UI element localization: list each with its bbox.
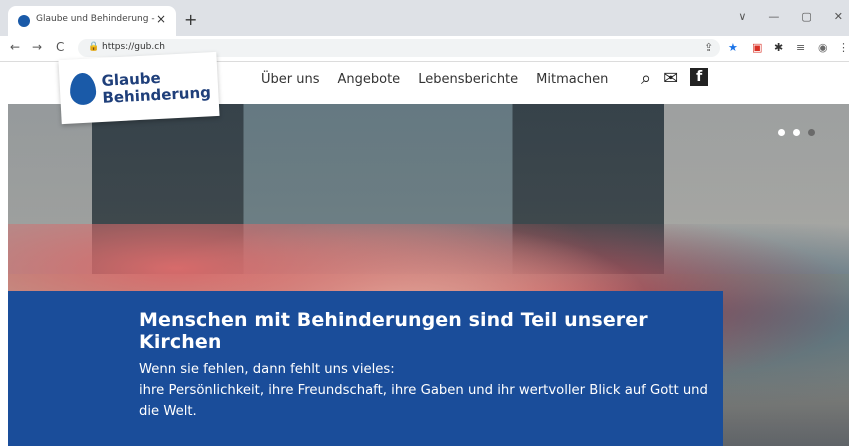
menu-item-lebensberichte[interactable]: Lebensberichte xyxy=(418,72,518,87)
minimize-icon[interactable]: — xyxy=(768,10,779,23)
slider-dot-2[interactable] xyxy=(793,129,800,136)
hero-line1: Wenn sie fehlen, dann fehlt uns vieles: xyxy=(139,362,395,377)
star-icon[interactable]: ★ xyxy=(728,41,738,54)
maximize-icon[interactable]: ▢ xyxy=(801,10,811,23)
new-tab-button[interactable]: + xyxy=(184,10,197,29)
profile-icon[interactable]: ◉ xyxy=(818,41,828,54)
share-icon[interactable]: ⇪ xyxy=(704,41,713,54)
close-window-icon[interactable]: ✕ xyxy=(834,10,843,23)
slider-dot-3[interactable] xyxy=(808,129,815,136)
menu-item-ueber-uns[interactable]: Über uns xyxy=(261,72,320,87)
browser-tab-bar: Glaube und Behinderung - × + ∨ — ▢ ✕ xyxy=(0,0,849,36)
hero-caption: Menschen mit Behinderungen sind Teil uns… xyxy=(8,291,723,446)
tab-close-icon[interactable]: × xyxy=(156,12,166,26)
site-favicon-icon xyxy=(18,15,30,27)
url-text[interactable]: https://gub.ch xyxy=(102,42,165,52)
hero-line2: ihre Persönlichkeit, ihre Freundschaft, … xyxy=(139,383,708,419)
forward-icon[interactable]: → xyxy=(32,40,42,54)
main-menu: Über uns Angebote Lebensberichte Mitmach… xyxy=(261,72,608,87)
tab-title: Glaube und Behinderung - xyxy=(36,14,155,24)
back-icon[interactable]: ← xyxy=(10,40,20,54)
site-logo[interactable]: Glaube Behinderung xyxy=(58,51,220,125)
menu-item-angebote[interactable]: Angebote xyxy=(338,72,401,87)
menu-icon[interactable]: ⋮ xyxy=(838,41,849,54)
playlist-icon[interactable]: ≡ xyxy=(796,41,805,54)
slider-dot-1[interactable] xyxy=(778,129,785,136)
browser-tab[interactable]: Glaube und Behinderung - × xyxy=(8,6,176,36)
logo-drop-icon xyxy=(69,72,97,106)
search-icon[interactable]: ⌕ xyxy=(641,68,651,89)
puzzle-icon[interactable]: ✱ xyxy=(774,41,783,54)
lock-icon: 🔒 xyxy=(88,42,100,52)
hero-headline: Menschen mit Behinderungen sind Teil uns… xyxy=(139,309,648,353)
extension-red-icon[interactable]: ▣ xyxy=(752,41,762,54)
slider-dots xyxy=(778,129,815,136)
mail-icon[interactable]: ✉ xyxy=(663,68,678,89)
menu-item-mitmachen[interactable]: Mitmachen xyxy=(536,72,608,87)
tab-search-icon[interactable]: ∨ xyxy=(738,10,746,23)
reload-icon[interactable]: C xyxy=(56,40,64,54)
header-icons: ⌕ ✉ f xyxy=(641,68,709,89)
window-controls: ∨ — ▢ ✕ xyxy=(738,10,843,23)
facebook-icon[interactable]: f xyxy=(690,68,709,86)
